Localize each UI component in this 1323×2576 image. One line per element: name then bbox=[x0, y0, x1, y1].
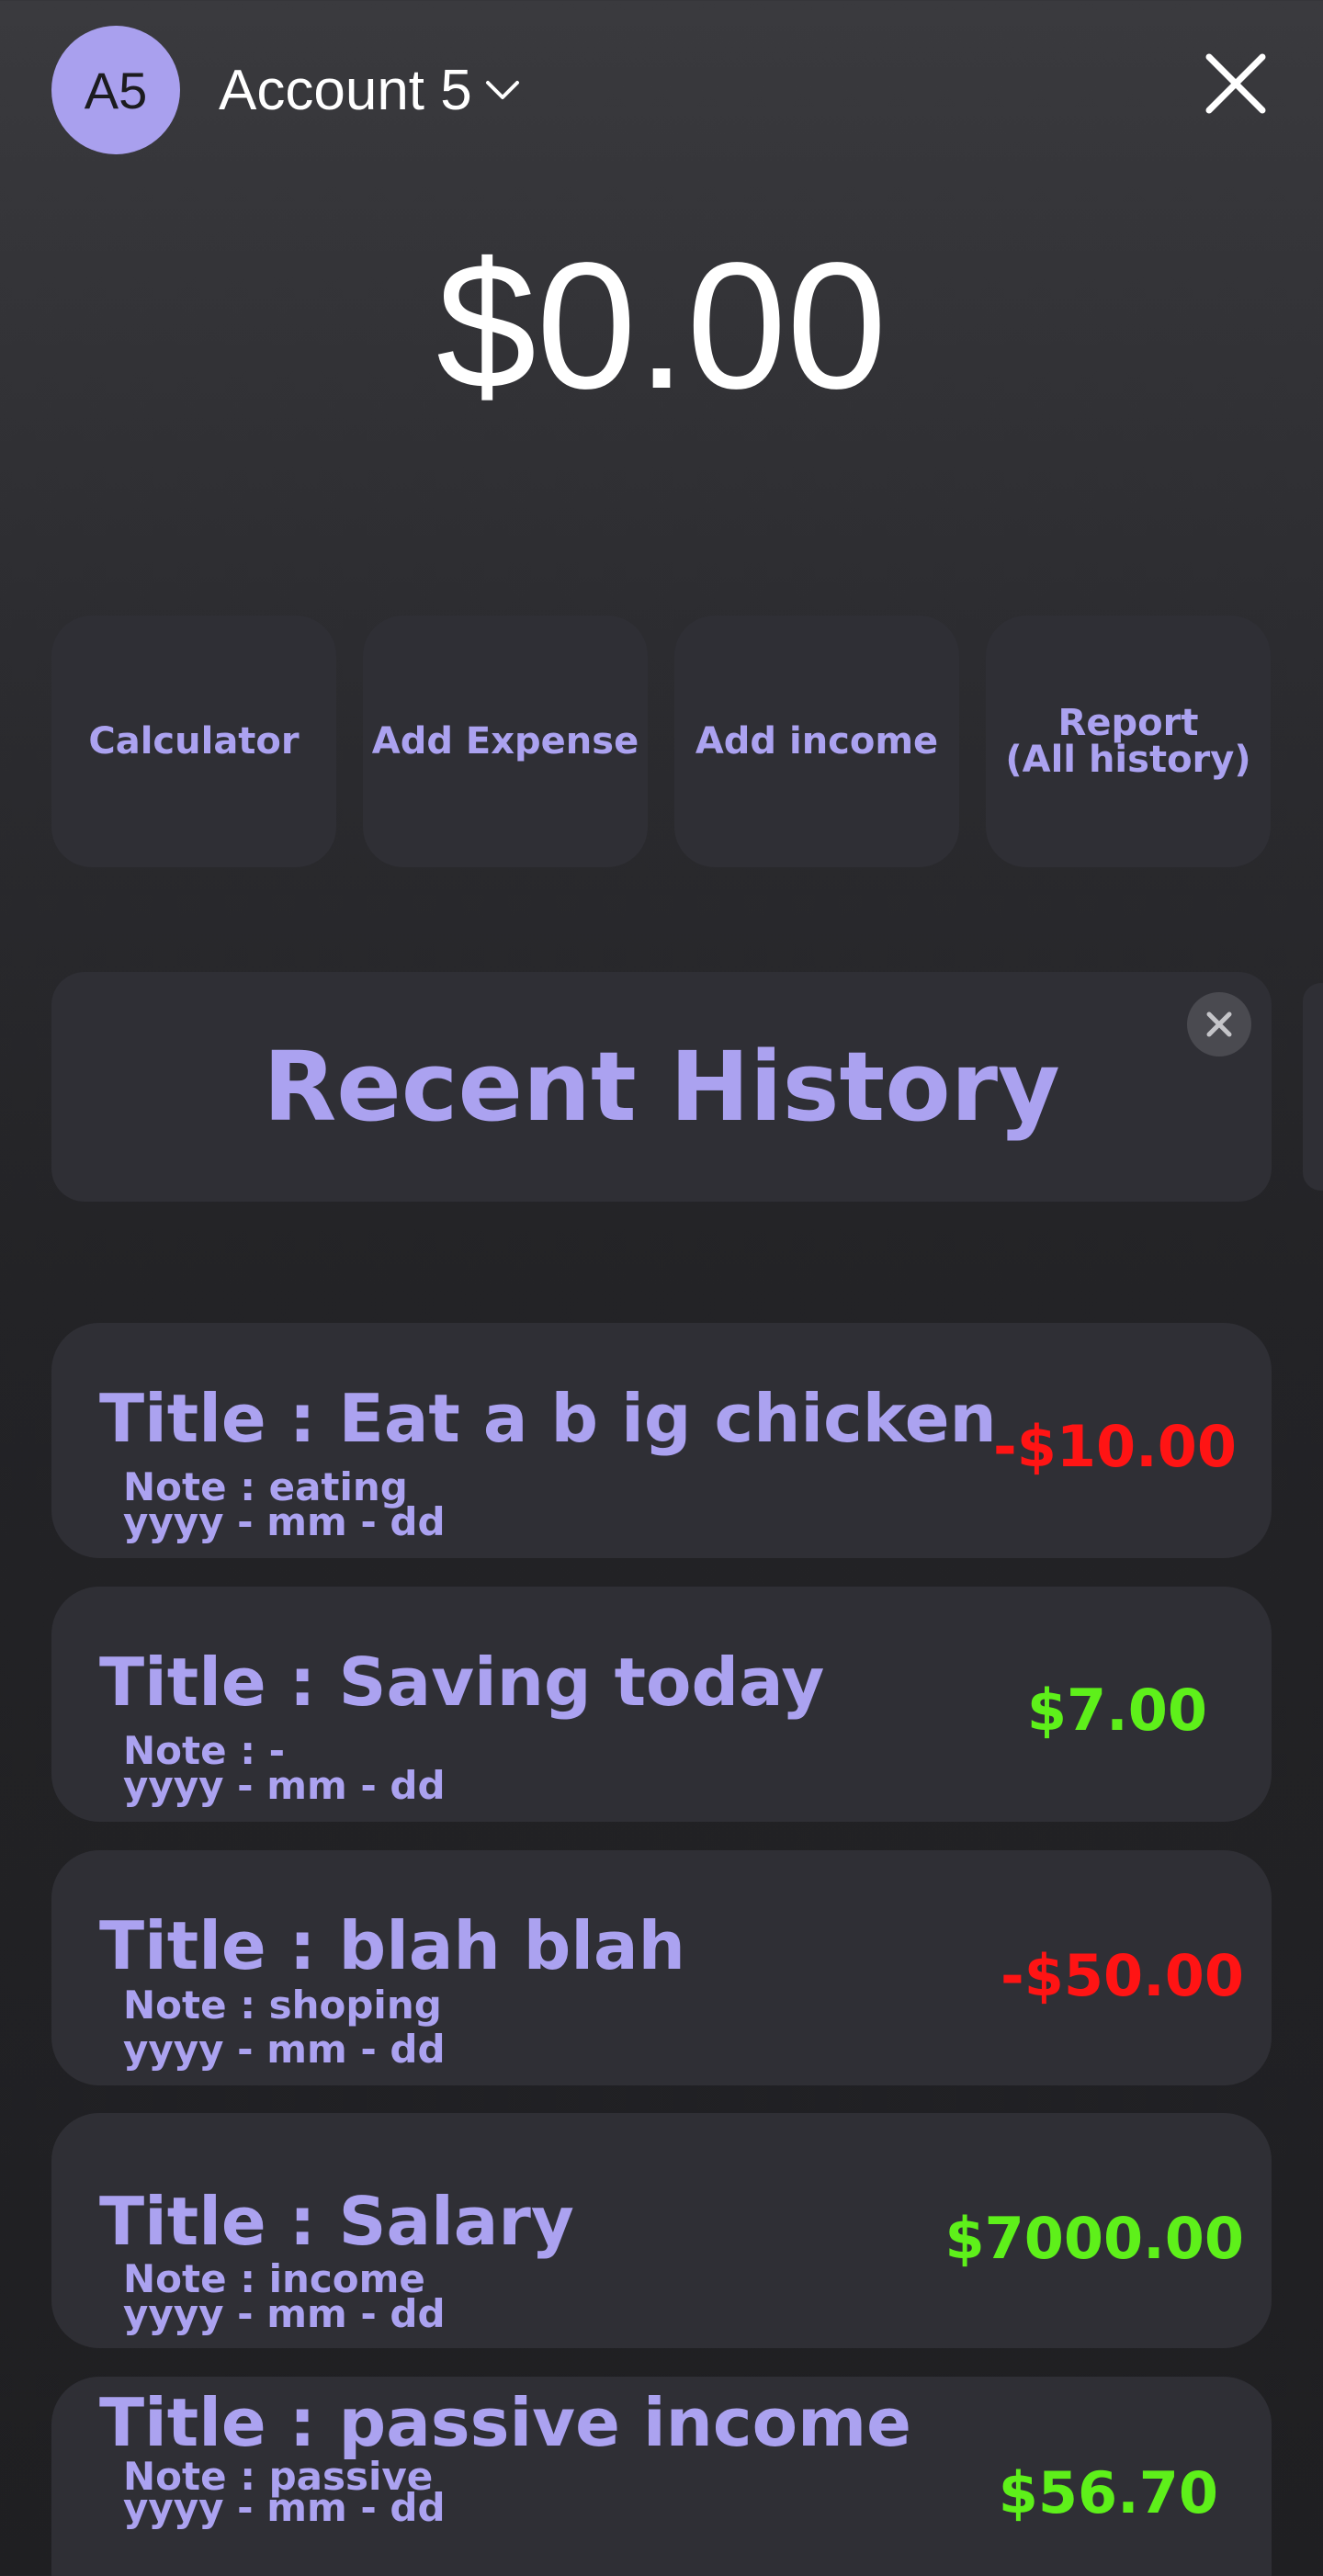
account-switcher[interactable]: Account 5 bbox=[219, 53, 520, 127]
account-header: A5 Account 5 bbox=[0, 0, 1323, 184]
transaction-title: Title : Eat a b ig chicken bbox=[99, 1380, 997, 1457]
transaction-card[interactable]: Title : Eat a b ig chicken Note : eating… bbox=[51, 1323, 1272, 1558]
chevron-down-icon bbox=[485, 81, 519, 99]
transaction-date: yyyy - mm - dd bbox=[123, 2485, 446, 2530]
transaction-card[interactable]: Title : Saving today Note : - yyyy - mm … bbox=[51, 1587, 1272, 1822]
account-name-label: Account 5 bbox=[219, 58, 472, 122]
avatar[interactable]: A5 bbox=[51, 26, 180, 154]
transaction-card[interactable]: Title : passive income Note : passive yy… bbox=[51, 2377, 1272, 2576]
transaction-title: Title : Salary bbox=[99, 2183, 574, 2260]
transaction-title: Title : blah blah bbox=[99, 1907, 685, 1984]
transaction-amount: $56.70 bbox=[998, 2459, 1218, 2526]
quick-actions: Calculator Add Expense Add income Report… bbox=[51, 616, 1272, 867]
transaction-amount: $7.00 bbox=[1026, 1677, 1207, 1744]
transaction-amount: -$50.00 bbox=[1001, 1942, 1244, 2009]
recent-history-banner: Recent History bbox=[51, 972, 1272, 1202]
add-income-button[interactable]: Add income bbox=[674, 616, 959, 867]
close-icon bbox=[1206, 1011, 1232, 1037]
transaction-title: Title : passive income bbox=[99, 2384, 911, 2461]
transaction-date: yyyy - mm - dd bbox=[123, 1763, 446, 1808]
report-button-label: Report (All history) bbox=[1005, 702, 1251, 781]
report-button[interactable]: Report (All history) bbox=[986, 616, 1271, 867]
add-expense-button[interactable]: Add Expense bbox=[363, 616, 648, 867]
transaction-note: Note : shoping bbox=[123, 1983, 442, 2028]
transaction-card[interactable]: Title : blah blah Note : shoping yyyy - … bbox=[51, 1850, 1272, 2085]
recent-history-title: Recent History bbox=[263, 1031, 1060, 1143]
add-income-button-label: Add income bbox=[695, 720, 939, 763]
next-card-peek bbox=[1303, 983, 1323, 1191]
close-icon[interactable] bbox=[1204, 51, 1268, 116]
calculator-button-label: Calculator bbox=[88, 720, 300, 763]
calculator-button[interactable]: Calculator bbox=[51, 616, 336, 867]
transaction-date: yyyy - mm - dd bbox=[123, 1499, 446, 1544]
transaction-date: yyyy - mm - dd bbox=[123, 2291, 446, 2336]
transaction-amount: -$10.00 bbox=[993, 1413, 1237, 1480]
transaction-amount: $7000.00 bbox=[944, 2205, 1244, 2272]
transaction-date: yyyy - mm - dd bbox=[123, 2027, 446, 2072]
dismiss-history-button[interactable] bbox=[1187, 992, 1251, 1056]
add-expense-button-label: Add Expense bbox=[371, 720, 639, 763]
transaction-card[interactable]: Title : Salary Note : income yyyy - mm -… bbox=[51, 2113, 1272, 2348]
balance-amount: $0.00 bbox=[435, 225, 888, 426]
transaction-title: Title : Saving today bbox=[99, 1644, 825, 1721]
